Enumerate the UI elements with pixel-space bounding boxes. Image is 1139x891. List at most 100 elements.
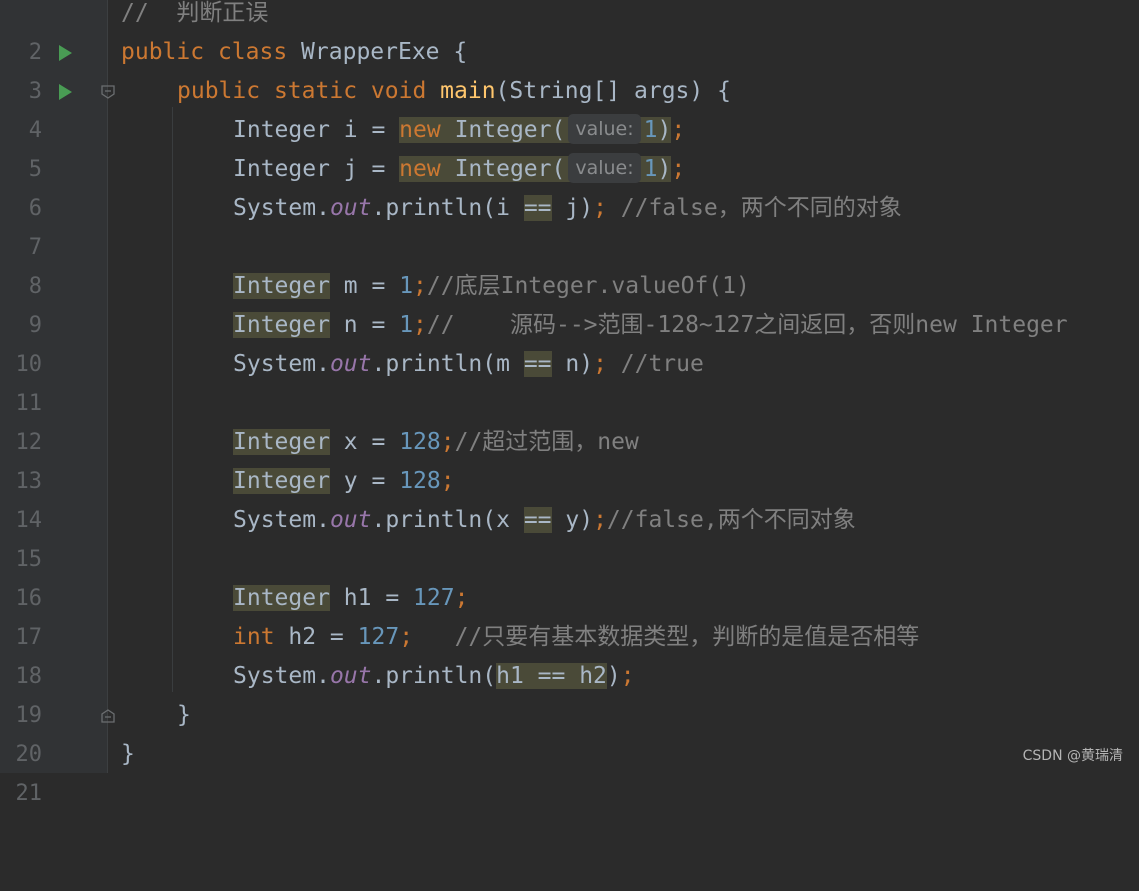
code-text: Integer x = 128;//超过范围，new	[233, 423, 639, 462]
type-name: Integer	[233, 429, 330, 455]
number-literal: 1	[643, 156, 658, 182]
brace: }	[177, 702, 191, 728]
code-line: 14 Integer y = 128;	[0, 462, 1139, 533]
semicolon: ;	[671, 117, 686, 143]
line-number: 21	[15, 781, 43, 806]
method-call: .println(m	[371, 351, 524, 377]
code-line: 12	[0, 384, 1139, 455]
semicolon: ;	[620, 663, 635, 689]
semicolon: ;	[593, 507, 607, 533]
semicolon: ;	[399, 624, 414, 650]
fold-icon[interactable]	[101, 85, 115, 99]
run-icon[interactable]	[59, 84, 72, 100]
class-ref: System.	[233, 663, 330, 689]
type-name: Integer	[233, 585, 330, 611]
code-text: // 判断正误	[121, 0, 268, 33]
operator: ==	[523, 195, 552, 221]
operator: ==	[523, 351, 552, 377]
comment: // 源码-->范围-128~127之间返回，否则new Integer	[426, 312, 1068, 338]
number-literal: 1	[643, 117, 658, 143]
semicolon: ;	[671, 156, 686, 182]
code-text: System.out.println(i == j); //false，两个不同…	[233, 189, 902, 228]
static-field: out	[329, 507, 372, 533]
keyword: class	[217, 39, 288, 65]
code-line: 5 Integer i = new Integer(value: 1);	[0, 111, 1139, 182]
semicolon: ;	[593, 195, 607, 221]
class-ref: System.	[233, 507, 330, 533]
declaration: Integer i =	[233, 117, 400, 143]
operator: ==	[523, 507, 552, 533]
code-line: 11 System.out.println(m == n); //true	[0, 345, 1139, 416]
code-line: 19 System.out.println(h1 == h2);	[0, 657, 1139, 728]
declaration: Integer j =	[233, 156, 400, 182]
code-text: }	[121, 735, 135, 774]
keyword: static	[273, 78, 358, 104]
constructor: Integer(	[440, 156, 566, 182]
number-literal: 128	[399, 468, 441, 494]
watermark: CSDN @黄瑞清	[1022, 748, 1123, 764]
code-line: 15 System.out.println(x == y);//false,两个…	[0, 501, 1139, 572]
method-call: y)	[551, 507, 594, 533]
code-text: System.out.println(x == y);//false,两个不同对…	[233, 501, 856, 540]
code-line: 4 public static void main(String[] args)…	[0, 72, 1139, 143]
code-text: Integer n = 1;// 源码-->范围-128~127之间返回，否则n…	[233, 306, 1068, 345]
semicolon: ;	[440, 468, 455, 494]
class-ref: System.	[233, 351, 330, 377]
code-text: public class WrapperExe {	[121, 33, 467, 72]
keyword: int	[233, 624, 275, 650]
declaration: h1 =	[329, 585, 414, 611]
code-text: int h2 = 127; //只要有基本数据类型，判断的是值是否相等	[233, 618, 919, 657]
keyword: public	[121, 39, 205, 65]
method-call: .println(i	[371, 195, 524, 221]
static-field: out	[329, 351, 372, 377]
run-icon[interactable]	[59, 45, 72, 61]
declaration: n =	[329, 312, 400, 338]
declaration: h2 =	[274, 624, 358, 650]
class-ref: System.	[233, 195, 330, 221]
number-literal: 1	[399, 312, 414, 338]
type-name: Integer	[233, 468, 330, 494]
code-text: System.out.println(h1 == h2);	[233, 657, 635, 696]
method-name: main	[440, 78, 496, 104]
unfold-icon[interactable]	[101, 709, 115, 723]
comment: //false,两个不同对象	[606, 507, 856, 533]
semicolon: ;	[413, 273, 427, 299]
brace: }	[121, 741, 135, 767]
method-call: )	[606, 663, 621, 689]
number-literal: 127	[413, 585, 455, 611]
code-editor[interactable]: 2 // 判断正误 3 public class WrapperExe { 4 …	[0, 0, 1139, 806]
parameter-hint: value:	[568, 114, 641, 144]
keyword: public	[177, 78, 261, 104]
code-text: Integer i = new Integer(value: 1);	[233, 111, 685, 150]
type-name: Integer	[233, 312, 330, 338]
code-text: public static void main(String[] args) {	[177, 72, 731, 111]
declaration: y =	[329, 468, 400, 494]
method-call: j)	[551, 195, 594, 221]
declaration: m =	[329, 273, 400, 299]
constructor: Integer(	[440, 117, 566, 143]
code-text: }	[177, 696, 191, 735]
code-line: 9 Integer m = 1;//底层Integer.valueOf(1)	[0, 267, 1139, 338]
method-call: .println(x	[371, 507, 524, 533]
expression: h1 == h2	[496, 663, 607, 689]
code-line: 20 }	[0, 696, 1139, 767]
class-name: WrapperExe {	[287, 39, 468, 65]
static-field: out	[329, 663, 372, 689]
code-line: 2 // 判断正误	[0, 0, 1139, 65]
static-field: out	[329, 195, 372, 221]
comment: //只要有基本数据类型，判断的是值是否相等	[413, 624, 920, 650]
method-call: .println(	[371, 663, 497, 689]
highlight: new Integer(value: 1)	[399, 153, 672, 183]
declaration: x =	[329, 429, 400, 455]
keyword: void	[370, 78, 427, 104]
code-line: 3 public class WrapperExe {	[0, 33, 1139, 104]
number-literal: 1	[399, 273, 414, 299]
number-literal: 128	[399, 429, 441, 455]
semicolon: ;	[454, 585, 469, 611]
method-call: n)	[551, 351, 594, 377]
code-line: 21 }	[0, 735, 1139, 806]
keyword: new	[399, 156, 441, 182]
code-line: 13 Integer x = 128;//超过范围，new	[0, 423, 1139, 494]
code-text: Integer h1 = 127;	[233, 579, 468, 618]
paren: )	[657, 117, 672, 143]
